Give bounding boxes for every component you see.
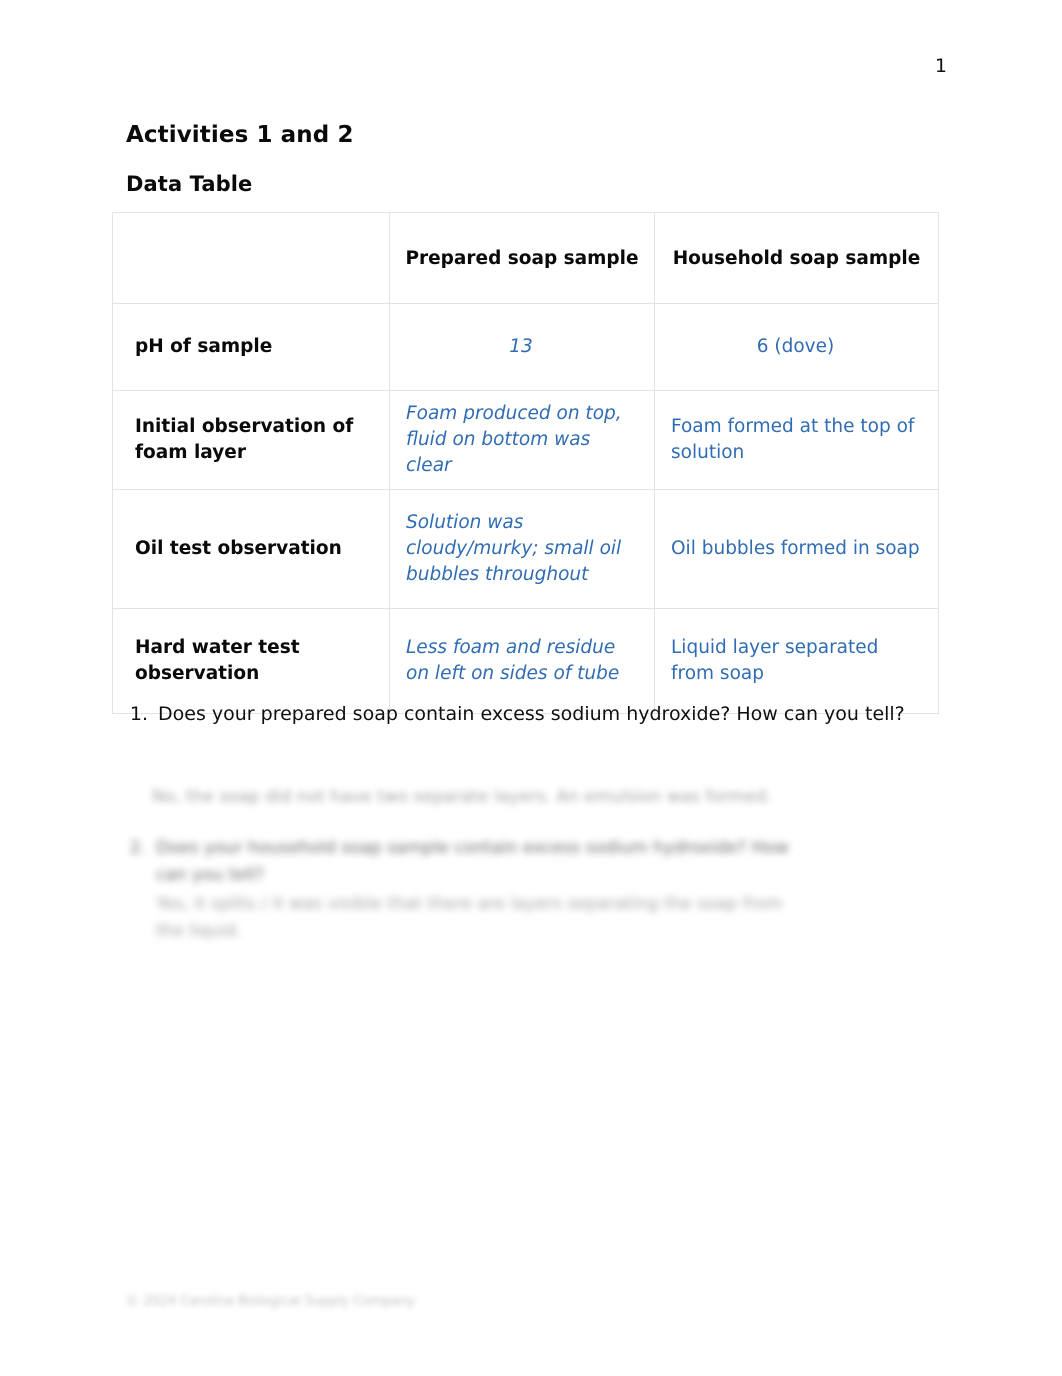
questions-list: 1. Does your prepared soap contain exces… [126, 700, 946, 728]
table-header-row: Prepared soap sample Household soap samp… [112, 212, 939, 304]
page-title: Activities 1 and 2 [126, 122, 354, 148]
page-footer: © 2024 Carolina Biological Supply Compan… [126, 1294, 416, 1309]
cell-household-oil-test: Oil bubbles formed in soap [654, 489, 939, 609]
table-header-household-soap: Household soap sample [654, 212, 939, 304]
table-header-blank [112, 212, 390, 304]
cell-prepared-foam: Foam produced on top, fluid on bottom wa… [389, 390, 655, 490]
question-item-2: 2. Does your household soap sample conta… [126, 835, 806, 889]
cell-household-ph: 6 (dove) [654, 303, 939, 391]
row-label-hard-water-test-observation: Hard water test observation [112, 608, 390, 714]
question-number-2: 2. [129, 838, 146, 858]
cell-prepared-hard-water: Less foam and residue on left on sides o… [389, 608, 655, 714]
table-row: Oil test observation Solution was cloudy… [112, 489, 939, 609]
cell-prepared-ph: 13 [389, 303, 655, 391]
page-number: 1 [934, 55, 947, 77]
data-table: Prepared soap sample Household soap samp… [112, 212, 939, 714]
cell-household-hard-water: Liquid layer separated from soap [654, 608, 939, 714]
table-row: pH of sample 13 6 (dove) [112, 303, 939, 391]
cell-prepared-oil-test: Solution was cloudy/murky; small oil bub… [389, 489, 655, 609]
question-text-1: Does your prepared soap contain excess s… [158, 703, 905, 725]
answer-text-2: Yes, it splits / it was visible that the… [156, 894, 783, 941]
data-table-container: Prepared soap sample Household soap samp… [112, 212, 939, 714]
answer-text-1: No, the soap did not have two separate l… [152, 787, 772, 807]
table-row: Hard water test observation Less foam an… [112, 608, 939, 714]
question-block-2: 2. Does your household soap sample conta… [126, 835, 806, 945]
row-label-ph-of-sample: pH of sample [112, 303, 390, 391]
table-header-prepared-soap: Prepared soap sample [389, 212, 655, 304]
table-row: Initial observation of foam layer Foam p… [112, 390, 939, 490]
document-page: 1 Activities 1 and 2 Data Table Prepared… [0, 0, 1062, 1376]
row-label-oil-test-observation: Oil test observation [112, 489, 390, 609]
question-number-1: 1. [129, 703, 148, 725]
row-label-initial-foam-observation: Initial observation of foam layer [112, 390, 390, 490]
section-subtitle: Data Table [126, 172, 253, 196]
question-text-2: Does your household soap sample contain … [156, 838, 789, 885]
document-header: Activities 1 and 2 Data Table [126, 118, 946, 200]
question-item-1: 1. Does your prepared soap contain exces… [126, 700, 946, 728]
cell-household-foam: Foam formed at the top of solution [654, 390, 939, 490]
